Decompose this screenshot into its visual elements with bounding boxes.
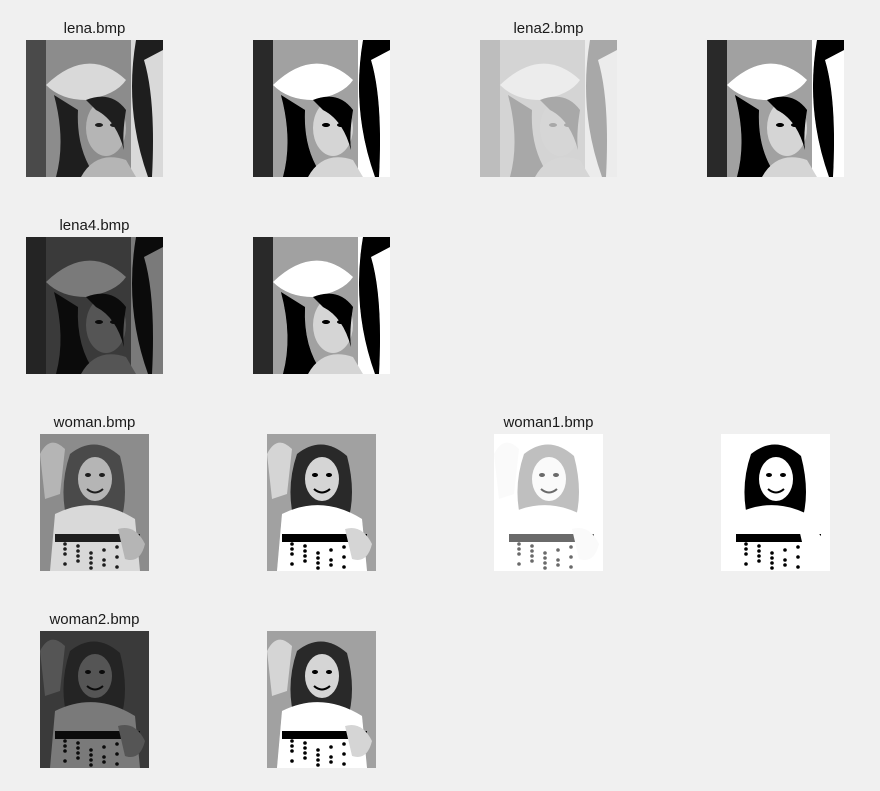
panel-title: lena.bmp: [63, 20, 126, 37]
woman-image: [267, 631, 376, 768]
woman-image: [267, 434, 376, 571]
lena-image: [26, 237, 163, 374]
panel-lena2-equalized: [707, 40, 844, 177]
lena-image: [707, 40, 844, 177]
woman-image: [40, 631, 149, 768]
panel-lena-original: lena.bmp: [26, 20, 163, 177]
panel-title: woman1.bmp: [503, 414, 594, 431]
panel-woman-equalized: [267, 434, 376, 571]
panel-title: woman2.bmp: [49, 611, 140, 628]
panel-lena2: lena2.bmp: [480, 20, 617, 177]
panel-lena4: lena4.bmp: [26, 217, 163, 374]
woman-image: [494, 434, 603, 571]
lena-image: [26, 40, 163, 177]
panel-woman1-thresholded: [721, 434, 830, 571]
woman-image: [721, 434, 830, 571]
panel-title: lena4.bmp: [59, 217, 130, 234]
woman-image: [40, 434, 149, 571]
panel-title: lena2.bmp: [513, 20, 584, 37]
panel-title: woman.bmp: [53, 414, 136, 431]
lena-image: [480, 40, 617, 177]
panel-woman2: woman2.bmp: [40, 611, 149, 768]
lena-image: [253, 237, 390, 374]
lena-image: [253, 40, 390, 177]
panel-woman-original: woman.bmp: [40, 414, 149, 571]
panel-lena4-equalized: [253, 237, 390, 374]
panel-woman2-equalized: [267, 631, 376, 768]
panel-woman1: woman1.bmp: [494, 414, 603, 571]
panel-lena-equalized: [253, 40, 390, 177]
